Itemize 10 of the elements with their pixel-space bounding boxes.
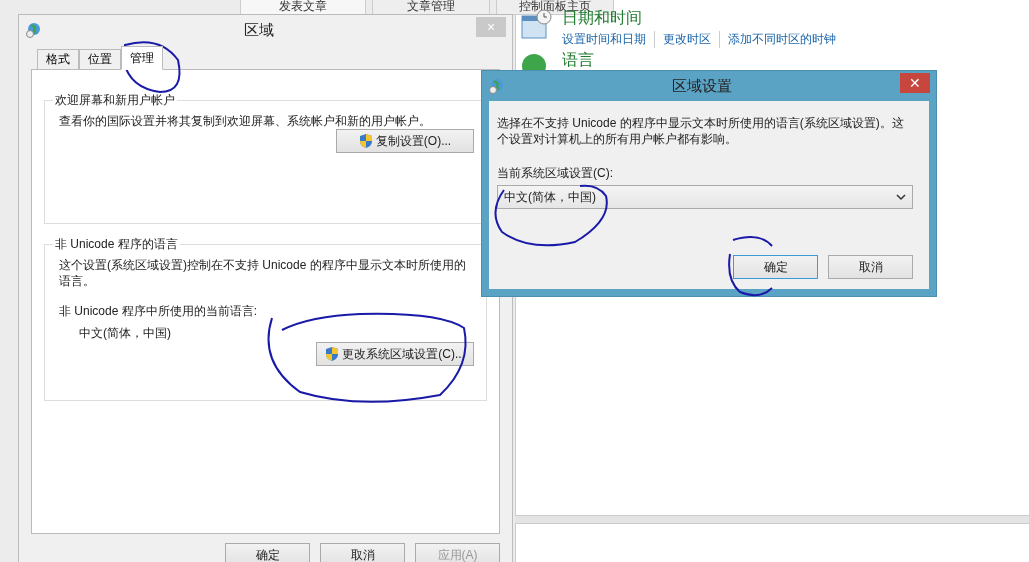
description-text: 查看你的国际设置并将其复制到欢迎屏幕、系统帐户和新的用户帐户。 bbox=[59, 113, 432, 129]
field-label: 非 Unicode 程序中所使用的当前语言: bbox=[59, 303, 259, 319]
window-title: 区域设置 bbox=[671, 76, 733, 96]
window-title: 区域 bbox=[242, 20, 275, 40]
group-title: 欢迎屏幕和新用户帐户 bbox=[54, 92, 176, 109]
field-label: 当前系统区域设置(C): bbox=[497, 165, 614, 181]
description-text: 这个设置(系统区域设置)控制在不支持 Unicode 的程序中显示文本时所使用的语言。 bbox=[59, 257, 467, 289]
description-text: 选择在不支持 Unicode 的程序中显示文本时所使用的语言(系统区域设置)。这个设置对计算机上的所有用户帐户都有影响。 bbox=[497, 115, 905, 147]
group-title: 非 Unicode 程序的语言 bbox=[54, 236, 179, 253]
current-language-text: 中文(简体，中国) bbox=[78, 325, 172, 342]
